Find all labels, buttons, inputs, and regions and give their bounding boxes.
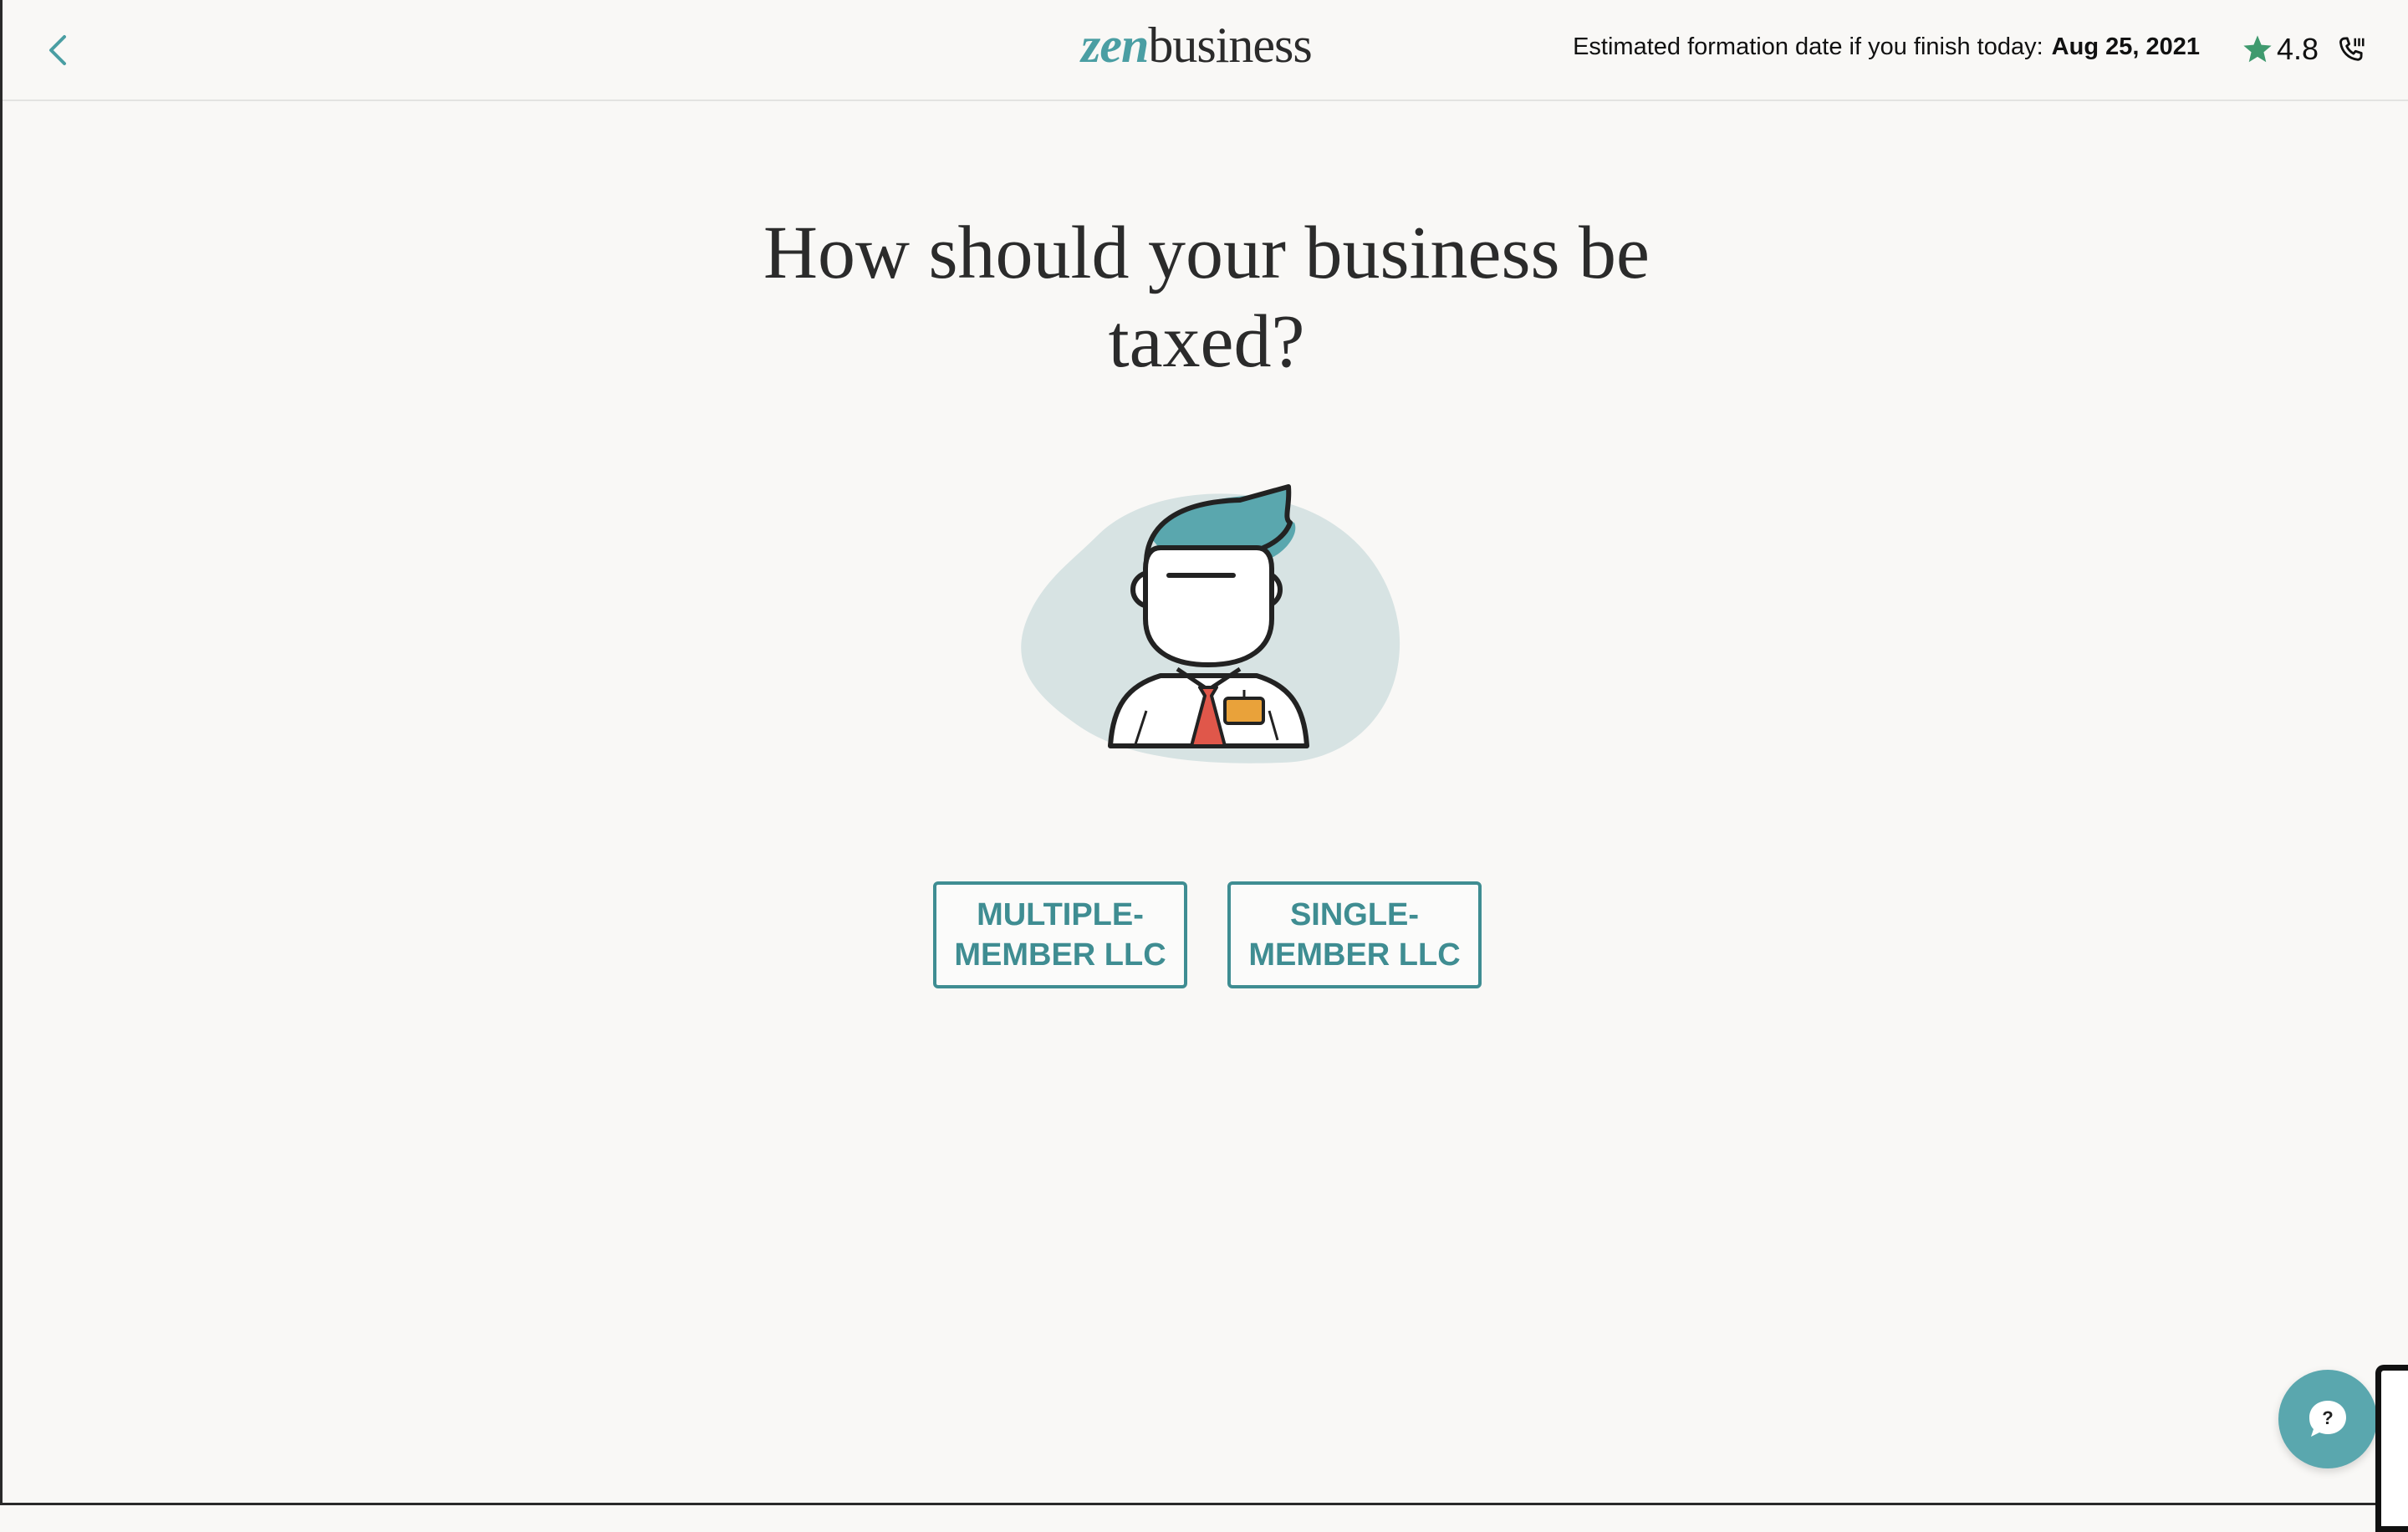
multiple-member-llc-button[interactable]: MULTIPLE- MEMBER LLC (933, 881, 1187, 988)
face (1143, 545, 1274, 668)
rating-value: 4.8 (2277, 32, 2319, 66)
choice-label-line-1: SINGLE- (1289, 897, 1420, 932)
question-line-1: How should your business be (763, 212, 1650, 294)
side-panel-edge[interactable] (2375, 1365, 2408, 1532)
estimated-formation-date: Estimated formation date if you finish t… (1573, 33, 2200, 61)
estimate-date: Aug 25, 2021 (2051, 33, 2200, 60)
zenbusiness-logo[interactable]: zen business (1081, 17, 1313, 75)
rating: 4.8 (2242, 28, 2319, 70)
page-title: How should your business be taxed? (705, 209, 1708, 386)
choice-label-line-2: MEMBER LLC (1248, 937, 1461, 973)
choice-label: MULTIPLE- MEMBER LLC (954, 895, 1166, 975)
back-button[interactable] (39, 30, 76, 70)
businessman-illustration (1021, 484, 1400, 763)
entity-type-choices: MULTIPLE- MEMBER LLC SINGLE- MEMBER LLC (933, 881, 1482, 988)
phone-icon (2339, 37, 2365, 61)
question-line-2: taxed? (1108, 300, 1305, 383)
top-header: zen business Estimated formation date if … (3, 0, 2408, 101)
star-icon (2243, 35, 2272, 63)
logo-business-text: business (1148, 18, 1312, 73)
help-chat-button[interactable]: ? (2278, 1370, 2377, 1468)
app-frame: zen business Estimated formation date if … (0, 0, 2408, 1532)
choice-label-line-2: MEMBER LLC (954, 937, 1166, 973)
name-badge (1223, 697, 1265, 725)
phone-button[interactable] (2335, 33, 2367, 67)
help-symbol: ? (2322, 1407, 2333, 1428)
logo-zen-text: zen (1081, 18, 1149, 73)
chevron-left-icon (49, 35, 66, 65)
single-member-llc-button[interactable]: SINGLE- MEMBER LLC (1227, 881, 1482, 988)
chat-question-icon: ? (2309, 1401, 2346, 1437)
estimate-label: Estimated formation date if you finish t… (1573, 33, 2043, 60)
choice-label: SINGLE- MEMBER LLC (1248, 895, 1460, 975)
choice-label-line-1: MULTIPLE- (977, 897, 1144, 932)
